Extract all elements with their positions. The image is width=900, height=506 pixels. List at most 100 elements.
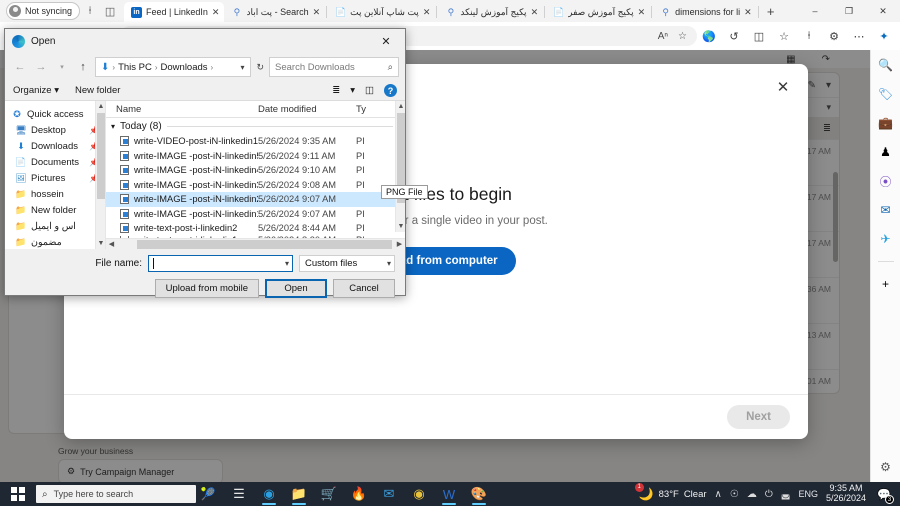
tab-close-icon[interactable]: ✕	[212, 7, 220, 18]
browser-essentials-icon[interactable]: 🌎	[701, 28, 717, 44]
column-header-date-modified[interactable]: Date modified	[258, 104, 356, 115]
preview-pane-icon[interactable]: ◫	[365, 85, 374, 96]
language-indicator[interactable]: ENG	[798, 489, 818, 499]
breadcrumb-segment-this-pc[interactable]: This PC	[118, 62, 152, 73]
file-list-horizontal-scrollbar[interactable]: ◀ ▶	[106, 238, 405, 249]
telegram-icon[interactable]: ✈	[877, 230, 895, 248]
tab-linkedin-course[interactable]: ⚲ پکیج آموزش لینکد ✕	[438, 2, 543, 22]
paint-icon[interactable]: 🎨	[466, 482, 492, 506]
scroll-right-icon[interactable]: ▶	[394, 240, 405, 248]
favorite-star-icon[interactable]: ☆	[678, 31, 687, 42]
split-screen-icon[interactable]: ◫	[100, 2, 120, 20]
maximize-button[interactable]: ❐	[832, 0, 866, 22]
edge-icon[interactable]: ◉	[256, 482, 282, 506]
split-screen-icon[interactable]: ◫	[751, 28, 767, 44]
tab-close-icon[interactable]: ✕	[744, 7, 752, 18]
new-folder-button[interactable]: New folder	[75, 85, 120, 96]
shopping-tag-icon[interactable]: 🏷	[877, 85, 895, 103]
search-input[interactable]: Search Downloads ⌕	[269, 57, 399, 77]
refresh-icon[interactable]: ↻	[254, 62, 266, 73]
chevron-down-icon[interactable]: ▾	[350, 85, 355, 96]
weather-widget[interactable]: 🌙 1 83°F Clear	[634, 483, 707, 501]
tab-dimensions-for-linkedin[interactable]: ⚲ dimensions for li ✕	[653, 2, 757, 22]
collections-icon[interactable]: ⍿	[801, 28, 817, 44]
chevron-down-icon[interactable]: ▾	[387, 259, 391, 268]
microsoft365-icon[interactable]: ⦿	[877, 172, 895, 190]
taskbar-clock[interactable]: 9:35 AM 5/26/2024	[826, 483, 866, 504]
scroll-down-icon[interactable]: ▼	[96, 238, 105, 249]
breadcrumb[interactable]: ⬇ › This PC › Downloads › ▾	[95, 57, 252, 77]
chevron-down-icon[interactable]: ▾	[285, 259, 289, 268]
filetype-select[interactable]: Custom files ▾	[299, 255, 395, 272]
file-row[interactable]: write-IMAGE -post-iN-linkedin4 5/26/2024…	[106, 163, 405, 178]
scrollbar-thumb[interactable]	[97, 113, 105, 199]
file-row-selected[interactable]: write-IMAGE -post-iN-linkedin2 5/26/2024…	[106, 192, 405, 207]
navigation-pane-scrollbar[interactable]: ▲ ▼	[95, 101, 105, 249]
mail-icon[interactable]: ✉	[376, 482, 402, 506]
favorites-icon[interactable]: ☆	[776, 28, 792, 44]
tree-item-new-folder[interactable]: 📁 New folder	[9, 202, 105, 218]
organize-button[interactable]: Organize ▾	[13, 85, 59, 96]
tree-item-documents[interactable]: 📄 Documents 📌	[9, 154, 105, 170]
tab-close-icon[interactable]: ✕	[313, 7, 321, 18]
scroll-up-icon[interactable]: ▲	[396, 101, 406, 112]
outlook-icon[interactable]: ✉	[877, 201, 895, 219]
file-row[interactable]: write-VIDEO-post-iN-linkedin1 5/26/2024 …	[106, 134, 405, 149]
firefox-icon[interactable]: 🔥	[346, 482, 372, 506]
network-icon[interactable]: ◛	[781, 489, 791, 500]
microsoft-store-icon[interactable]: 🛒	[316, 482, 342, 506]
up-arrow-icon[interactable]: ↑	[74, 57, 92, 77]
games-icon[interactable]: ♟	[877, 143, 895, 161]
cancel-button[interactable]: Cancel	[333, 279, 395, 298]
search-icon[interactable]: 🔍	[877, 56, 895, 74]
settings-gear-icon[interactable]: ⚙	[880, 460, 891, 474]
windows-start-icon[interactable]	[0, 482, 36, 506]
history-icon[interactable]: ↺	[726, 28, 742, 44]
next-button[interactable]: Next	[727, 405, 790, 429]
profile-sync-chip[interactable]: Not syncing	[6, 2, 81, 20]
taskbar-search-input[interactable]: ⌕ Type here to search	[36, 485, 196, 503]
file-group-today[interactable]: ▾ Today (8)	[106, 118, 405, 134]
file-row[interactable]: write-IMAGE -post-iN-linkedin1 5/26/2024…	[106, 207, 405, 222]
tree-item-desktop[interactable]: 🖥 Desktop 📌	[9, 122, 105, 138]
view-list-icon[interactable]: ≣	[332, 85, 340, 96]
battery-icon[interactable]: ⏻	[765, 489, 773, 500]
close-icon[interactable]: ✕	[371, 30, 401, 52]
back-arrow-icon[interactable]: ←	[11, 57, 29, 77]
help-button[interactable]: ?	[384, 84, 397, 97]
tree-item-quick-access[interactable]: ✪ Quick access	[9, 106, 105, 122]
upload-from-mobile-button[interactable]: Upload from mobile	[154, 279, 259, 298]
open-button[interactable]: Open	[265, 279, 327, 298]
word-icon[interactable]: W	[436, 482, 462, 506]
tab-search-pet-abad[interactable]: ⚲ پت اباد - Search ✕	[224, 2, 325, 22]
settings-more-icon[interactable]: ⋯	[851, 28, 867, 44]
read-aloud-icon[interactable]: Aⁿ	[658, 31, 668, 42]
add-icon[interactable]: +	[877, 275, 895, 293]
scrollbar-track[interactable]	[117, 239, 394, 249]
file-row[interactable]: write-IMAGE -post-iN-linkedin3 5/26/2024…	[106, 178, 405, 193]
file-row[interactable]: write-text-post-i-linkedin2 5/26/2024 8:…	[106, 221, 405, 236]
tab-close-icon[interactable]: ✕	[423, 7, 431, 18]
scroll-down-icon[interactable]: ▼	[396, 221, 406, 232]
tree-item-sms-email[interactable]: 📁 اس و ایمیل	[9, 218, 105, 234]
tab-feed-linkedin[interactable]: in Feed | LinkedIn ✕	[124, 2, 225, 22]
recent-locations-icon[interactable]: ▾	[53, 57, 71, 77]
close-button[interactable]: ✕	[866, 0, 900, 22]
scroll-up-icon[interactable]: ▲	[96, 101, 105, 112]
scrollbar-thumb[interactable]	[137, 239, 392, 249]
cloud-icon[interactable]: ☁	[747, 489, 757, 500]
tab-pet-shop-online[interactable]: 📄 پت شاپ آنلاین پت ✕	[328, 2, 435, 22]
file-row[interactable]: write-IMAGE -post-iN-linkedin5 5/26/2024…	[106, 149, 405, 164]
chevron-down-icon[interactable]: ▾	[240, 63, 247, 72]
notification-icon[interactable]: 💬 3	[874, 484, 894, 504]
show-hidden-icon[interactable]: ∧	[715, 489, 722, 500]
scroll-left-icon[interactable]: ◀	[106, 240, 117, 248]
chrome-icon[interactable]: ◉	[406, 482, 432, 506]
task-view-icon[interactable]: ☰	[226, 482, 252, 506]
tree-item-pictures[interactable]: 🖼 Pictures 📌	[9, 170, 105, 186]
tab-close-icon[interactable]: ✕	[638, 7, 646, 18]
file-explorer-icon[interactable]: 📁	[286, 482, 312, 506]
onedrive-icon[interactable]: ☉	[730, 489, 739, 500]
breadcrumb-segment-downloads[interactable]: Downloads	[161, 62, 208, 73]
tab-zero-course[interactable]: 📄 پکیج آموزش صفر ✕	[546, 2, 650, 22]
